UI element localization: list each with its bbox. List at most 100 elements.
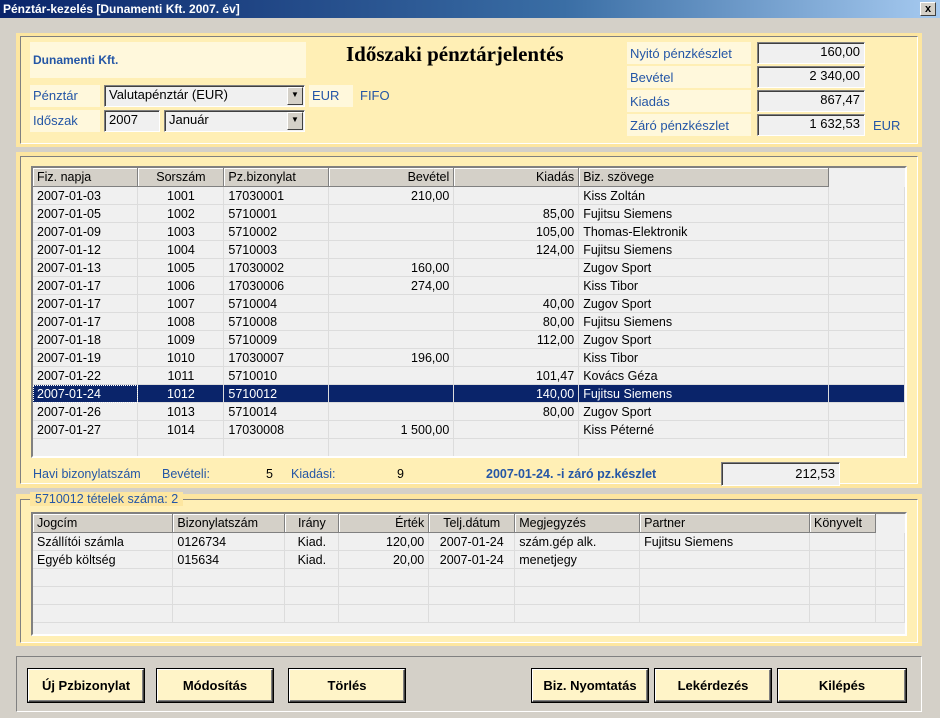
table-row[interactable] bbox=[33, 438, 905, 456]
nyito-label: Nyitó pénzkészlet bbox=[630, 46, 732, 61]
new-voucher-button[interactable]: Új Pzbizonylat bbox=[28, 669, 144, 702]
table-cell bbox=[828, 186, 905, 205]
table-cell bbox=[453, 186, 580, 205]
list-item[interactable]: Egyéb költség 015634 Kiad. 20,00 2007-01-24 m… bbox=[33, 550, 905, 569]
table-cell bbox=[809, 532, 876, 551]
window-title: Pénztár-kezelés [Dunamenti Kft. 2007. év… bbox=[3, 2, 240, 16]
table-cell: Fujitsu Siemens bbox=[639, 532, 810, 551]
list-item[interactable]: Szállítói számla 0126734 Kiad. 120,00 2007-0… bbox=[33, 532, 905, 551]
print-voucher-label: Biz. Nyomtatás bbox=[543, 678, 637, 693]
table-row[interactable]: 2007-01-17 1007 5710004 40,00 Zugov Sport bbox=[33, 294, 905, 313]
modify-button[interactable]: Módosítás bbox=[157, 669, 273, 702]
list-item[interactable] bbox=[33, 604, 905, 623]
table-row[interactable]: 2007-01-27 1014 17030008 1 500,00 Kiss Péter… bbox=[33, 420, 905, 439]
detail-table: Jogcím Bizonylatszám Irány Érték Telj.dá… bbox=[33, 514, 905, 623]
column-header-pzbizonylat[interactable]: Pz.bizonylat bbox=[223, 168, 330, 187]
table-cell bbox=[328, 240, 455, 259]
table-cell: 5710003 bbox=[223, 240, 330, 259]
table-cell bbox=[453, 276, 580, 295]
year-field[interactable]: 2007 bbox=[104, 110, 160, 132]
column-header-partner[interactable]: Partner bbox=[639, 514, 810, 533]
table-cell bbox=[514, 586, 641, 605]
table-cell: 1009 bbox=[137, 330, 225, 349]
table-cell: 1013 bbox=[137, 402, 225, 421]
table-cell: 5710002 bbox=[223, 222, 330, 241]
table-cell bbox=[137, 438, 225, 456]
table-cell bbox=[328, 438, 455, 456]
column-header-empty bbox=[828, 168, 905, 187]
table-row[interactable]: 2007-01-05 1002 5710001 85,00 Fujitsu Siemen… bbox=[33, 204, 905, 223]
column-header-jogcim[interactable]: Jogcím bbox=[33, 514, 174, 533]
table-row[interactable]: 2007-01-17 1008 5710008 80,00 Fujitsu Siemen… bbox=[33, 312, 905, 331]
table-cell bbox=[809, 550, 876, 569]
table-cell: 2007-01-18 bbox=[33, 330, 139, 349]
penztar-select[interactable]: Valutapénztár (EUR) ▼ bbox=[104, 85, 305, 107]
chevron-down-icon[interactable]: ▼ bbox=[287, 112, 303, 130]
table-cell: 5710008 bbox=[223, 312, 330, 331]
column-header-ertek[interactable]: Érték bbox=[338, 514, 430, 533]
table-cell: 1010 bbox=[137, 348, 225, 367]
table-header-row: Fiz. napja Sorszám Pz.bizonylat Bevétel … bbox=[33, 168, 905, 187]
table-cell: 2007-01-24 bbox=[428, 550, 516, 569]
list-item[interactable] bbox=[33, 586, 905, 605]
table-cell bbox=[828, 366, 905, 385]
column-header-biz-szovege[interactable]: Biz. szövege bbox=[578, 168, 830, 187]
table-cell: 105,00 bbox=[453, 222, 580, 241]
table-cell: 2007-01-17 bbox=[33, 312, 139, 331]
table-cell bbox=[33, 604, 174, 623]
list-item[interactable] bbox=[33, 568, 905, 587]
table-cell bbox=[639, 604, 810, 623]
table-row[interactable]: 2007-01-24 1012 5710012 140,00 Fujitsu Sieme… bbox=[33, 384, 905, 403]
table-cell bbox=[328, 222, 455, 241]
column-header-bevetel[interactable]: Bevétel bbox=[328, 168, 455, 187]
table-cell: 2007-01-17 bbox=[33, 276, 139, 295]
table-cell bbox=[828, 438, 905, 456]
query-button[interactable]: Lekérdezés bbox=[655, 669, 771, 702]
exit-button[interactable]: Kilépés bbox=[778, 669, 906, 702]
table-cell: 1 500,00 bbox=[328, 420, 455, 439]
exit-label: Kilépés bbox=[818, 678, 866, 693]
table-cell bbox=[828, 402, 905, 421]
table-cell bbox=[639, 568, 810, 587]
column-header-megjegyzes[interactable]: Megjegyzés bbox=[514, 514, 641, 533]
table-cell: 80,00 bbox=[453, 312, 580, 331]
transactions-grid[interactable]: Fiz. napja Sorszám Pz.bizonylat Bevétel … bbox=[31, 166, 907, 458]
table-cell: 5710010 bbox=[223, 366, 330, 385]
table-row[interactable]: 2007-01-03 1001 17030001 210,00 Kiss Zoltán bbox=[33, 186, 905, 205]
table-row[interactable]: 2007-01-09 1003 5710002 105,00 Thomas-Elektr… bbox=[33, 222, 905, 241]
table-row[interactable]: 2007-01-17 1006 17030006 274,00 Kiss Tibor bbox=[33, 276, 905, 295]
kiadas-value: 867,47 bbox=[757, 90, 865, 112]
detail-grid[interactable]: Jogcím Bizonylatszám Irány Érték Telj.dá… bbox=[31, 512, 907, 636]
table-cell bbox=[172, 604, 286, 623]
zaro-currency: EUR bbox=[873, 118, 901, 133]
table-row[interactable]: 2007-01-26 1013 5710014 80,00 Zugov Sport bbox=[33, 402, 905, 421]
column-header-sorszam[interactable]: Sorszám bbox=[137, 168, 225, 187]
window-title-bar[interactable]: Pénztár-kezelés [Dunamenti Kft. 2007. év… bbox=[0, 0, 940, 18]
table-row[interactable]: 2007-01-19 1010 17030007 196,00 Kiss Tibor bbox=[33, 348, 905, 367]
column-header-telj-datum[interactable]: Telj.dátum bbox=[428, 514, 516, 533]
table-cell: 2007-01-17 bbox=[33, 294, 139, 313]
table-row[interactable]: 2007-01-22 1011 5710010 101,47 Kovács Géza bbox=[33, 366, 905, 385]
table-row[interactable]: 2007-01-18 1009 5710009 112,00 Zugov Sport bbox=[33, 330, 905, 349]
table-cell: 80,00 bbox=[453, 402, 580, 421]
table-cell bbox=[828, 312, 905, 331]
table-cell: menetjegy bbox=[514, 550, 641, 569]
modify-label: Módosítás bbox=[182, 678, 248, 693]
table-cell bbox=[875, 604, 905, 623]
table-row[interactable]: 2007-01-13 1005 17030002 160,00 Zugov Sport bbox=[33, 258, 905, 277]
chevron-down-icon[interactable]: ▼ bbox=[287, 87, 303, 105]
close-icon[interactable]: x bbox=[920, 2, 936, 16]
column-header-date[interactable]: Fiz. napja bbox=[33, 168, 139, 187]
new-voucher-label: Új Pzbizonylat bbox=[41, 678, 131, 693]
delete-button[interactable]: Törlés bbox=[289, 669, 405, 702]
table-cell: 5710014 bbox=[223, 402, 330, 421]
zaro-value: 1 632,53 bbox=[757, 114, 865, 136]
table-row[interactable]: 2007-01-12 1004 5710003 124,00 Fujitsu Sieme… bbox=[33, 240, 905, 259]
print-voucher-button[interactable]: Biz. Nyomtatás bbox=[532, 669, 648, 702]
column-header-irany[interactable]: Irány bbox=[284, 514, 340, 533]
column-header-bizonylatszam[interactable]: Bizonylatszám bbox=[172, 514, 286, 533]
table-cell: 1002 bbox=[137, 204, 225, 223]
month-select[interactable]: Január ▼ bbox=[164, 110, 305, 132]
column-header-konyvelt[interactable]: Könyvelt bbox=[809, 514, 876, 533]
column-header-kiadas[interactable]: Kiadás bbox=[453, 168, 580, 187]
